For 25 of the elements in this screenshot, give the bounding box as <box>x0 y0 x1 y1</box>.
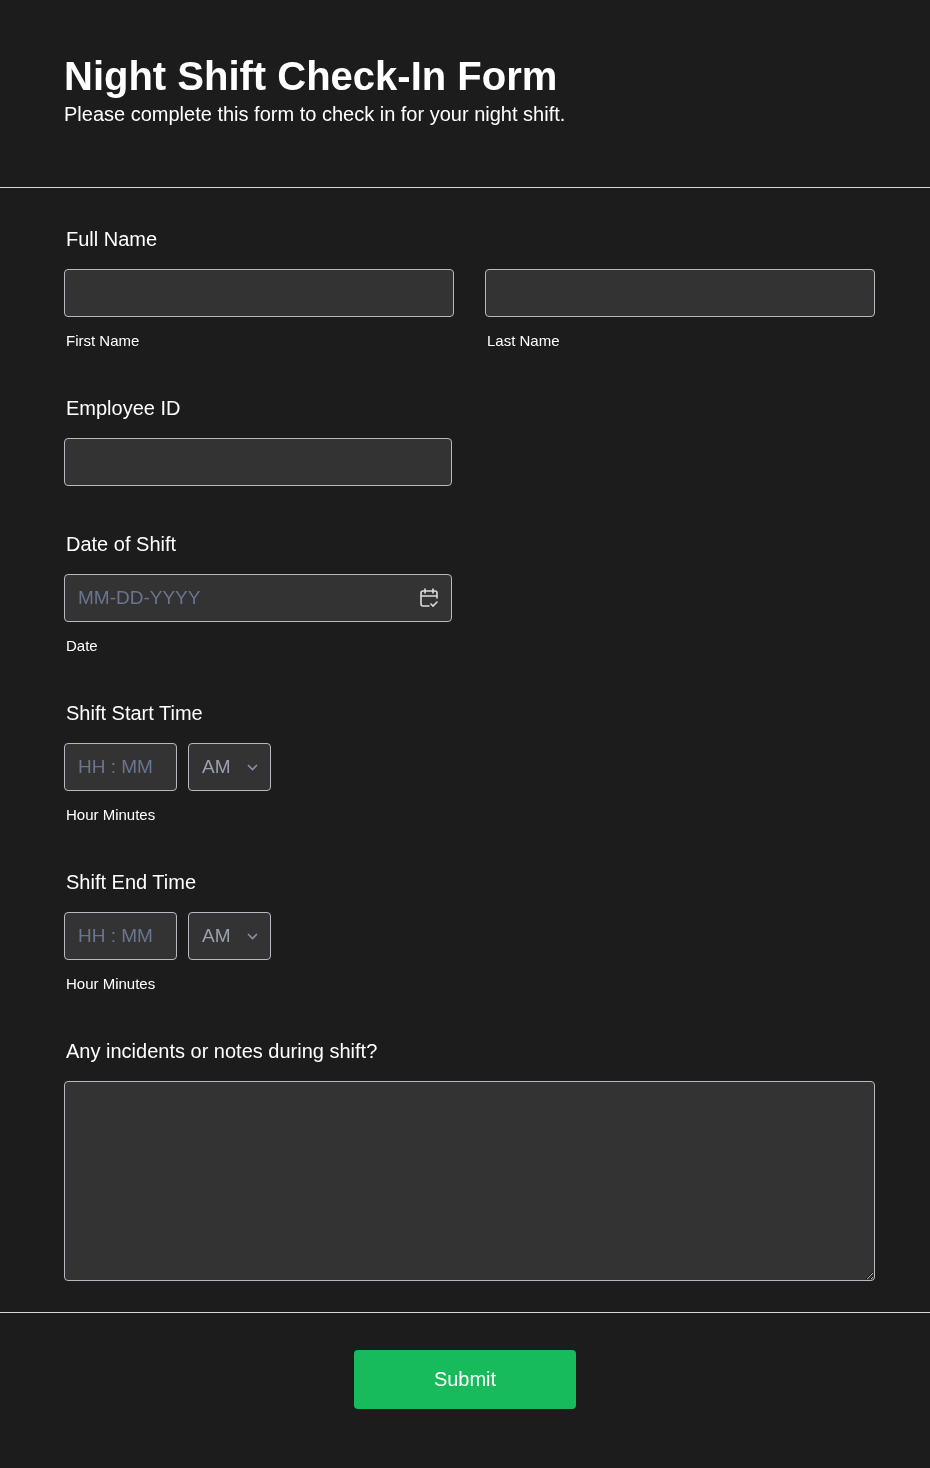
text-input-field[interactable] <box>64 269 454 317</box>
time-input-field[interactable]: HH : MM <box>64 912 177 960</box>
field-sublabel: Last Name <box>487 332 560 350</box>
field-sublabel: Hour Minutes <box>66 975 156 993</box>
field-label: Employee ID <box>66 396 181 420</box>
form-subtitle: Please complete this form to check in for your night shift. <box>64 102 567 127</box>
calendar-icon[interactable] <box>420 588 438 608</box>
field-sublabel: First Name <box>66 332 140 350</box>
caret-icon <box>247 763 258 771</box>
field-sublabel: Date <box>66 637 98 655</box>
field-label: Shift Start Time <box>66 701 203 725</box>
field-label: Any incidents or notes during shift? <box>66 1039 378 1063</box>
form-title: Night Shift Check-In Form <box>64 53 559 100</box>
period-select[interactable]: AM <box>188 912 271 960</box>
text-input-field[interactable] <box>485 269 875 317</box>
time-input-field[interactable]: HH : MM <box>64 743 177 791</box>
submit-button[interactable]: Submit <box>354 1350 576 1409</box>
field-label: Full Name <box>66 227 158 251</box>
date-input-field[interactable]: MM-DD-YYYY <box>64 574 452 622</box>
caret-icon <box>247 932 258 940</box>
field-label: Shift End Time <box>66 870 197 894</box>
field-label: Date of Shift <box>66 532 177 556</box>
period-select[interactable]: AM <box>188 743 271 791</box>
text-input-field[interactable] <box>64 438 452 486</box>
field-sublabel: Hour Minutes <box>66 806 156 824</box>
